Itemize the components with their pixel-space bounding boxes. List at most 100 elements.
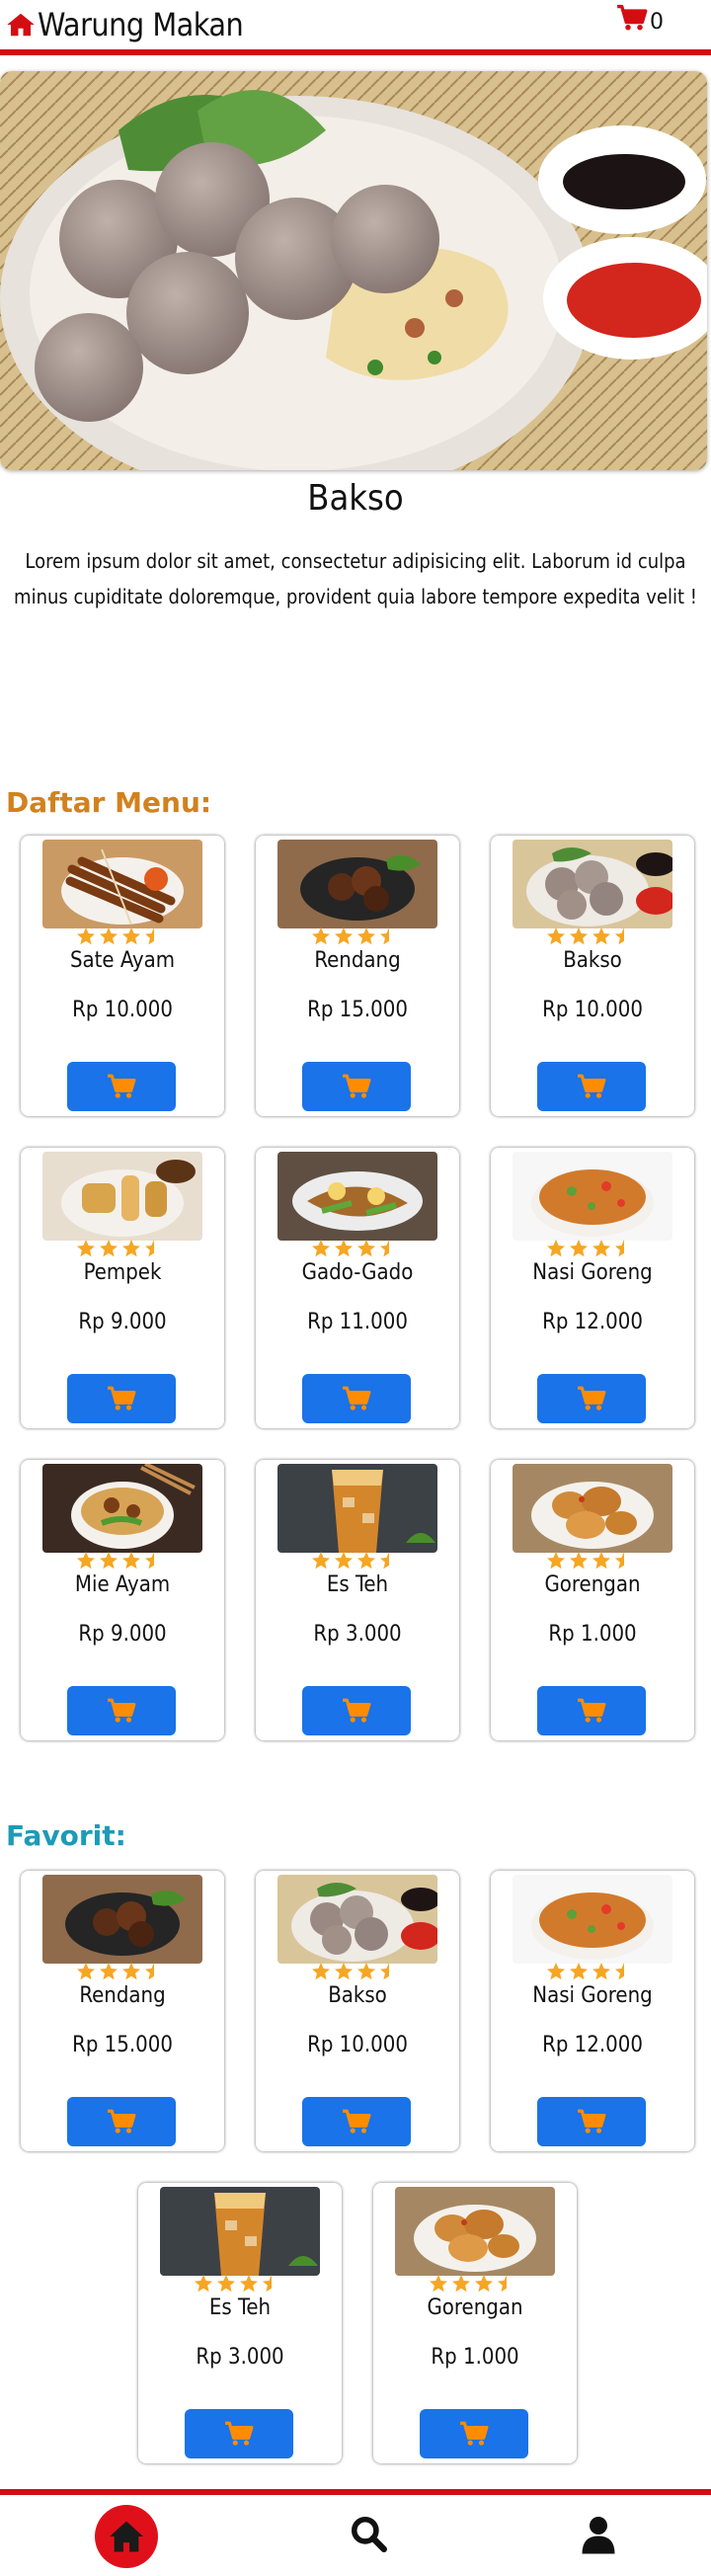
cart-button[interactable]: 0 xyxy=(616,4,664,35)
add-to-cart-button[interactable] xyxy=(537,1686,646,1735)
user-icon[interactable] xyxy=(581,2515,616,2554)
add-to-cart-button[interactable] xyxy=(302,2097,411,2146)
star-icon xyxy=(547,927,565,945)
star-icon xyxy=(592,927,610,945)
star-icon xyxy=(357,1552,375,1570)
star-icon xyxy=(122,927,140,945)
add-to-cart-button[interactable] xyxy=(67,1374,176,1423)
rating-stars xyxy=(311,926,399,948)
food-name: Sate Ayam xyxy=(69,948,176,973)
food-name: Gorengan xyxy=(544,1572,641,1597)
half-star-icon xyxy=(380,927,389,945)
food-card: Nasi Goreng Rp 12.000 xyxy=(491,1871,694,2151)
star-icon xyxy=(100,1963,118,1980)
home-icon xyxy=(7,13,35,37)
cart-icon xyxy=(578,1698,606,1723)
bottom-nav xyxy=(0,2489,711,2576)
rating-stars xyxy=(546,1962,634,1983)
food-name: Mie Ayam xyxy=(74,1572,171,1597)
food-name: Pempek xyxy=(83,1260,162,1285)
food-name: Bakso xyxy=(563,948,622,973)
rating-stars xyxy=(546,1239,634,1260)
cart-icon xyxy=(578,2109,606,2133)
app-title: Warung Makan xyxy=(38,6,244,43)
food-name: Nasi Goreng xyxy=(532,1260,653,1285)
cart-icon xyxy=(108,1386,136,1410)
food-image xyxy=(42,840,202,928)
cart-count: 0 xyxy=(650,10,664,35)
star-icon xyxy=(592,1240,610,1257)
add-to-cart-button[interactable] xyxy=(67,2097,176,2146)
add-to-cart-button[interactable] xyxy=(185,2409,293,2458)
half-star-icon xyxy=(145,1963,154,1980)
half-star-icon xyxy=(145,1552,154,1570)
food-name: Rendang xyxy=(79,1983,166,2008)
food-price: Rp 9.000 xyxy=(78,1622,167,1647)
rating-stars xyxy=(311,1551,399,1572)
food-image xyxy=(42,1464,202,1553)
add-to-cart-button[interactable] xyxy=(302,1686,411,1735)
add-to-cart-button[interactable] xyxy=(67,1062,176,1111)
food-price: Rp 15.000 xyxy=(72,2033,173,2057)
hero-description: Lorem ipsum dolor sit amet, consectetur … xyxy=(14,549,697,608)
star-icon xyxy=(312,1552,330,1570)
food-name: Bakso xyxy=(328,1983,387,2008)
food-card: Mie Ayam Rp 9.000 xyxy=(21,1460,224,1740)
rating-stars xyxy=(546,926,634,948)
star-icon xyxy=(335,1963,353,1980)
food-price: Rp 10.000 xyxy=(542,998,643,1022)
hero-title: Bakso xyxy=(307,478,404,519)
add-to-cart-button[interactable] xyxy=(537,1062,646,1111)
food-image xyxy=(513,1464,672,1553)
nav-home-button[interactable] xyxy=(95,2505,158,2568)
rating-stars xyxy=(429,2274,516,2295)
star-icon xyxy=(77,1240,95,1257)
food-card: Gorengan Rp 1.000 xyxy=(491,1460,694,1740)
add-to-cart-button[interactable] xyxy=(537,2097,646,2146)
hero-image xyxy=(0,71,707,470)
food-name: Rendang xyxy=(314,948,401,973)
cart-icon xyxy=(343,1074,371,1098)
food-price: Rp 1.000 xyxy=(431,2345,519,2370)
star-icon xyxy=(100,1552,118,1570)
half-star-icon xyxy=(145,1240,154,1257)
star-icon xyxy=(77,1552,95,1570)
rating-stars xyxy=(194,2274,281,2295)
add-to-cart-button[interactable] xyxy=(537,1374,646,1423)
food-card: Gorengan Rp 1.000 xyxy=(373,2183,577,2463)
food-name: Es Teh xyxy=(208,2295,272,2320)
search-icon[interactable] xyxy=(350,2515,387,2552)
food-price: Rp 12.000 xyxy=(542,1310,643,1334)
star-icon xyxy=(217,2275,235,2293)
food-image xyxy=(160,2187,320,2276)
food-image xyxy=(513,840,672,928)
brand[interactable]: Warung Makan xyxy=(6,6,244,43)
half-star-icon xyxy=(380,1240,389,1257)
star-icon xyxy=(570,927,588,945)
food-card: Es Teh Rp 3.000 xyxy=(138,2183,342,2463)
half-star-icon xyxy=(380,1552,389,1570)
cart-icon xyxy=(343,1386,371,1410)
food-card: Es Teh Rp 3.000 xyxy=(256,1460,459,1740)
food-image xyxy=(395,2187,555,2276)
rating-stars xyxy=(76,1551,164,1572)
food-name: Gado-Gado xyxy=(301,1260,414,1285)
favorites-heading: Favorit: xyxy=(6,1819,126,1852)
cart-icon xyxy=(225,2421,254,2446)
food-price: Rp 3.000 xyxy=(196,2345,284,2370)
add-to-cart-button[interactable] xyxy=(67,1686,176,1735)
star-icon xyxy=(357,1963,375,1980)
star-icon xyxy=(547,1240,565,1257)
home-icon xyxy=(110,2521,143,2552)
star-icon xyxy=(547,1963,565,1980)
food-image xyxy=(277,1875,437,1964)
star-icon xyxy=(335,1240,353,1257)
add-to-cart-button[interactable] xyxy=(302,1062,411,1111)
half-star-icon xyxy=(145,927,154,945)
rating-stars xyxy=(76,1239,164,1260)
add-to-cart-button[interactable] xyxy=(302,1374,411,1423)
star-icon xyxy=(570,1963,588,1980)
star-icon xyxy=(452,2275,470,2293)
add-to-cart-button[interactable] xyxy=(420,2409,528,2458)
food-card: Rendang Rp 15.000 xyxy=(256,836,459,1116)
